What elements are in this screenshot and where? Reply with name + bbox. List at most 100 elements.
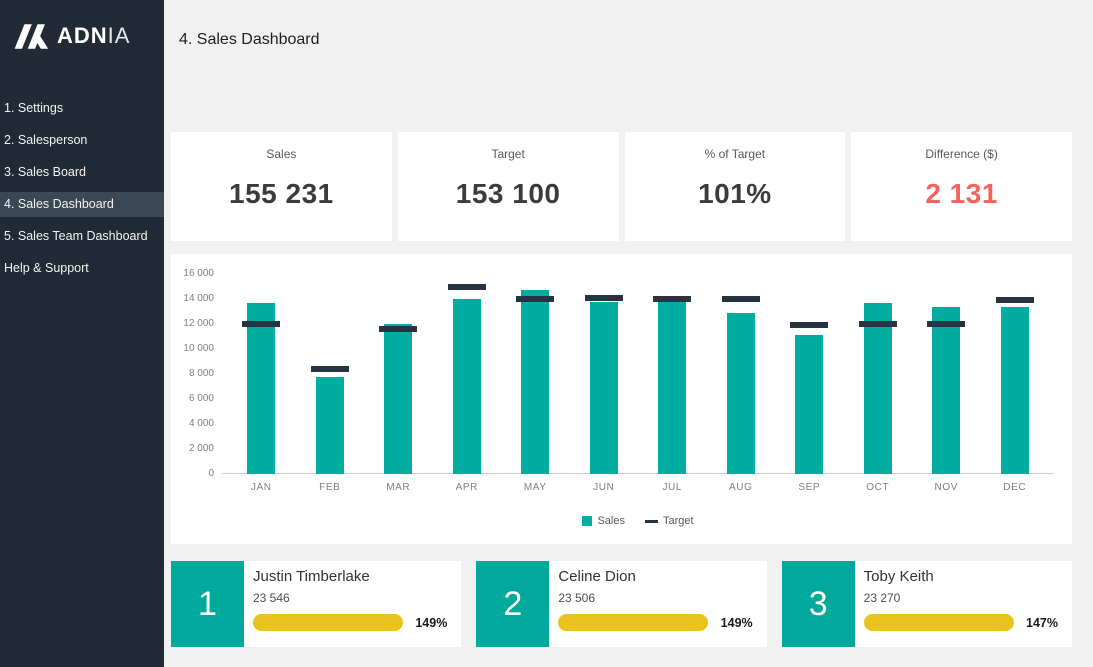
page-title: 4. Sales Dashboard: [171, 0, 1072, 49]
kpi-card-difference: Difference ($) 2 131: [851, 132, 1072, 241]
sales-bar: [247, 303, 275, 474]
x-axis-tick: DEC: [981, 482, 1050, 493]
sidebar-item-settings[interactable]: 1. Settings: [0, 96, 164, 121]
kpi-value-difference: 2 131: [851, 178, 1072, 210]
sales-bar: [795, 335, 823, 474]
leader-card-body: Celine Dion 23 506 149%: [549, 561, 766, 647]
chart-month-slot: [296, 274, 365, 474]
target-marker: [653, 296, 691, 302]
sidebar-item-sales-team-dashboard[interactable]: 5. Sales Team Dashboard: [0, 224, 164, 249]
sales-bar: [864, 303, 892, 474]
target-marker: [790, 322, 828, 328]
chart-month-slot: [707, 274, 776, 474]
salesperson-name: Justin Timberlake: [253, 568, 449, 585]
x-axis-tick: JAN: [227, 482, 296, 493]
rank-badge: 2: [476, 561, 549, 647]
sales-bar: [658, 302, 686, 475]
sales-bar: [453, 299, 481, 474]
y-axis-tick: 14 000: [166, 293, 214, 304]
progress-row: 147%: [864, 614, 1060, 631]
target-marker: [448, 284, 486, 290]
chart-month-slot: [844, 274, 913, 474]
sidebar: ADNIA 1. Settings 2. Salesperson 3. Sale…: [0, 0, 164, 667]
y-axis-tick: 10 000: [166, 343, 214, 354]
leader-card-rank-1: 1 Justin Timberlake 23 546 149%: [171, 561, 461, 647]
legend-label-target: Target: [663, 515, 694, 527]
chart-month-slot: [638, 274, 707, 474]
legend-item-sales: Sales: [582, 515, 625, 527]
kpi-label: Difference ($): [851, 147, 1072, 161]
kpi-card-sales: Sales 155 231: [171, 132, 392, 241]
kpi-value-percent-of-target: 101%: [625, 178, 846, 210]
y-axis-tick: 8 000: [166, 368, 214, 379]
salesperson-name: Toby Keith: [864, 568, 1060, 585]
brand-name-bold: ADN: [57, 23, 108, 48]
progress-percent: 149%: [415, 616, 449, 630]
kpi-label: Sales: [171, 147, 392, 161]
x-axis-tick: APR: [433, 482, 502, 493]
leader-card-rank-3: 3 Toby Keith 23 270 147%: [782, 561, 1072, 647]
legend-label-sales: Sales: [597, 515, 625, 527]
x-axis-tick: OCT: [844, 482, 913, 493]
chart-month-slot: [433, 274, 502, 474]
target-marker: [311, 366, 349, 372]
kpi-value-target: 153 100: [398, 178, 619, 210]
progress-row: 149%: [558, 614, 754, 631]
chart-plot-area: JANFEBMARAPRMAYJUNJULAUGSEPOCTNOVDEC: [227, 274, 1049, 493]
progress-bar: [558, 614, 708, 631]
salesperson-sales-value: 23 546: [253, 591, 449, 605]
brand-name-light: IA: [108, 23, 131, 48]
target-marker: [722, 296, 760, 302]
target-marker: [859, 321, 897, 327]
x-axis-tick: JUL: [638, 482, 707, 493]
y-axis-tick: 4 000: [166, 418, 214, 429]
kpi-card-percent-of-target: % of Target 101%: [625, 132, 846, 241]
rank-badge: 3: [782, 561, 855, 647]
sidebar-menu: 1. Settings 2. Salesperson 3. Sales Boar…: [0, 96, 164, 281]
adnia-logo-icon: [13, 22, 49, 51]
target-marker: [996, 297, 1034, 303]
sales-vs-target-chart: 16 00014 00012 00010 0008 0006 0004 0002…: [171, 254, 1072, 544]
sidebar-item-salesperson[interactable]: 2. Salesperson: [0, 128, 164, 153]
target-marker: [516, 296, 554, 302]
y-axis-tick: 12 000: [166, 318, 214, 329]
x-axis-tick: NOV: [912, 482, 981, 493]
leader-card-body: Toby Keith 23 270 147%: [855, 561, 1072, 647]
top-salespeople-row: 1 Justin Timberlake 23 546 149% 2 Celine…: [171, 561, 1072, 647]
chart-month-slot: [364, 274, 433, 474]
progress-bar: [253, 614, 403, 631]
kpi-row: Sales 155 231 Target 153 100 % of Target…: [171, 132, 1072, 241]
sales-legend-swatch-icon: [582, 516, 592, 526]
chart-month-slot: [912, 274, 981, 474]
chart-month-slot: [501, 274, 570, 474]
target-marker: [379, 326, 417, 332]
sales-bar: [932, 307, 960, 474]
progress-bar: [864, 614, 1014, 631]
sidebar-item-sales-board[interactable]: 3. Sales Board: [0, 160, 164, 185]
chart-legend: Sales Target: [227, 515, 1049, 527]
kpi-label: Target: [398, 147, 619, 161]
kpi-value-sales: 155 231: [171, 178, 392, 210]
chart-month-slot: [227, 274, 296, 474]
progress-row: 149%: [253, 614, 449, 631]
salesperson-sales-value: 23 506: [558, 591, 754, 605]
sales-bar: [521, 290, 549, 474]
sidebar-item-help-support[interactable]: Help & Support: [0, 256, 164, 281]
sales-bar: [590, 302, 618, 475]
sidebar-item-sales-dashboard[interactable]: 4. Sales Dashboard: [0, 192, 164, 217]
x-axis-tick: SEP: [775, 482, 844, 493]
chart-bars: [227, 274, 1049, 474]
main-content: 4. Sales Dashboard Sales 155 231 Target …: [164, 0, 1093, 667]
y-axis-tick: 16 000: [166, 268, 214, 279]
rank-badge: 1: [171, 561, 244, 647]
legend-item-target: Target: [645, 515, 694, 527]
target-marker: [927, 321, 965, 327]
chart-y-axis: 16 00014 00012 00010 0008 0006 0004 0002…: [171, 254, 219, 494]
progress-percent: 149%: [721, 616, 755, 630]
brand-logo: ADNIA: [0, 0, 164, 52]
kpi-label: % of Target: [625, 147, 846, 161]
x-axis-tick: MAR: [364, 482, 433, 493]
x-axis-tick: AUG: [707, 482, 776, 493]
kpi-card-target: Target 153 100: [398, 132, 619, 241]
target-marker: [585, 295, 623, 301]
